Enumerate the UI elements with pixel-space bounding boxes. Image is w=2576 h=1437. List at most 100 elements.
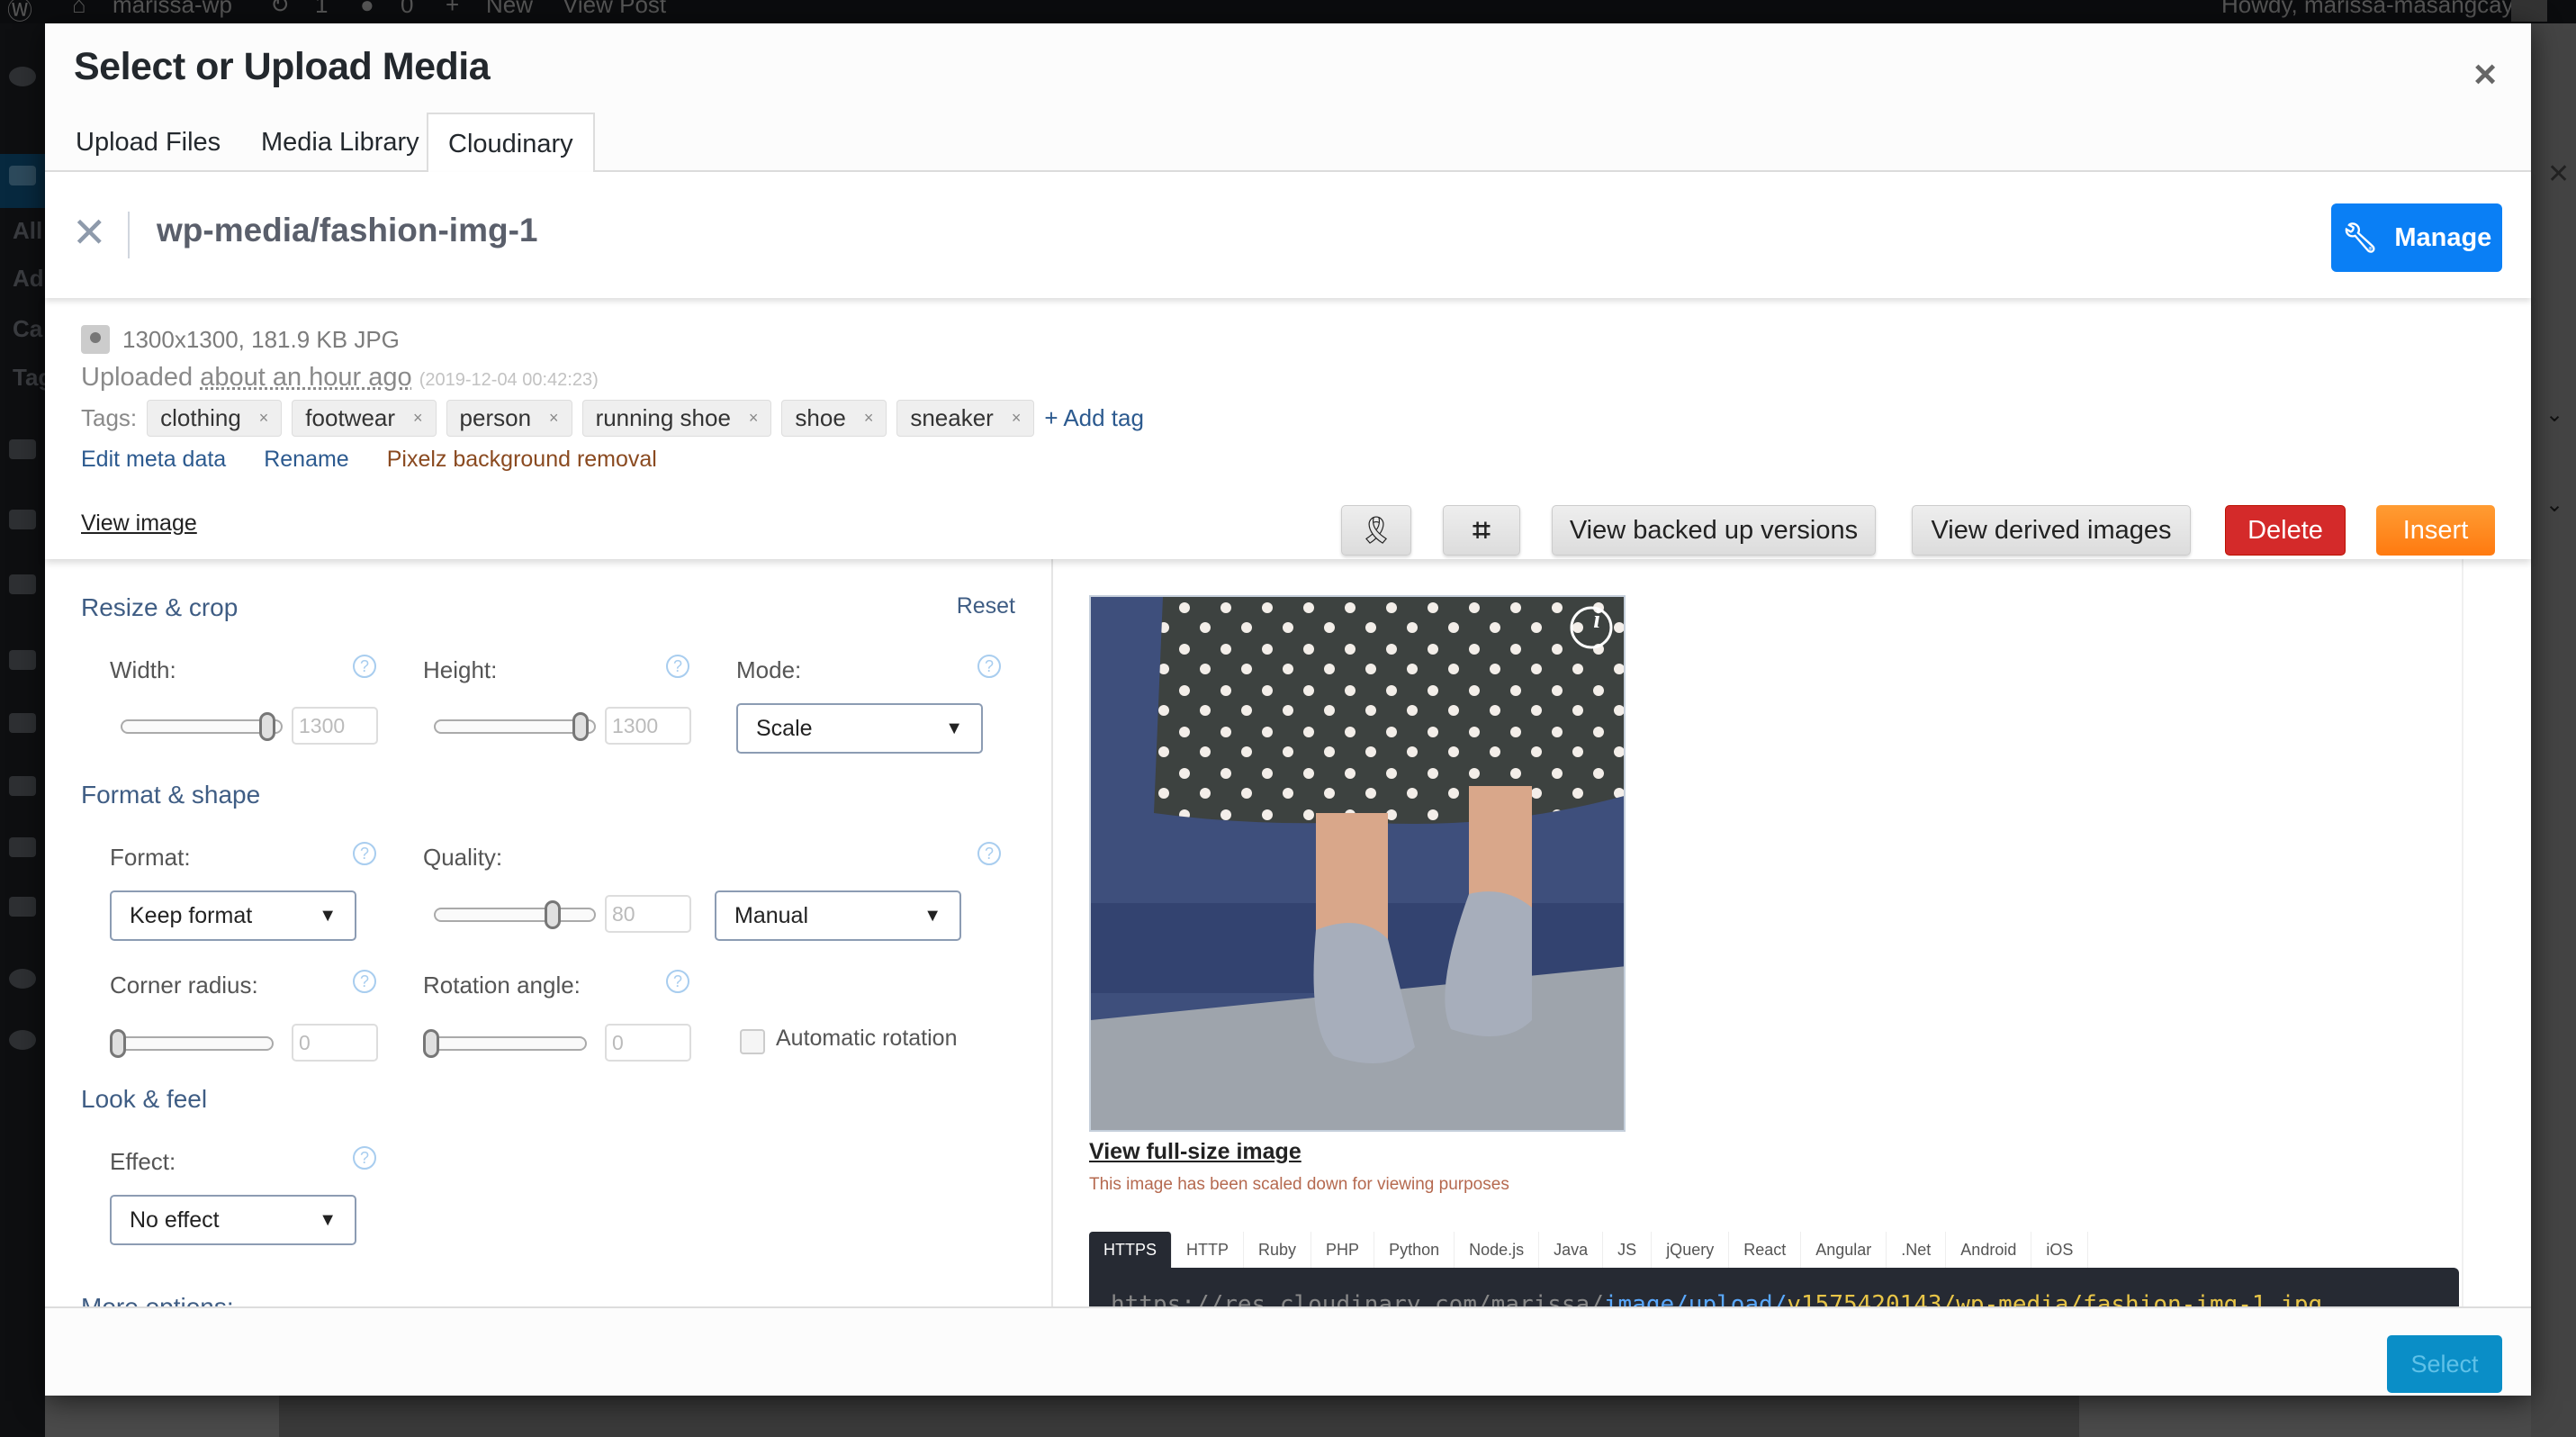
tag-chip[interactable]: person × xyxy=(446,400,572,437)
wordpress-logo-icon[interactable]: Ⓦ xyxy=(7,0,32,23)
updates-count[interactable]: 1 xyxy=(315,0,328,19)
remove-tag-icon[interactable]: × xyxy=(864,409,874,428)
comments-count[interactable]: 0 xyxy=(401,0,413,19)
tab-media-library[interactable]: Media Library xyxy=(241,113,439,172)
tab-upload-files[interactable]: Upload Files xyxy=(56,113,240,172)
code-tab-php[interactable]: PHP xyxy=(1311,1232,1375,1268)
height-input[interactable]: 1300 xyxy=(605,707,691,745)
slider-handle[interactable] xyxy=(423,1029,439,1058)
remove-tag-icon[interactable]: × xyxy=(413,409,423,428)
settings-icon[interactable] xyxy=(9,897,36,917)
code-tab-dotnet[interactable]: .Net xyxy=(1887,1232,1947,1268)
site-name-link[interactable]: marissa-wp xyxy=(113,0,232,19)
code-tab-angular[interactable]: Angular xyxy=(1801,1232,1887,1268)
view-post-link[interactable]: View Post xyxy=(563,0,666,19)
code-tab-jquery[interactable]: jQuery xyxy=(1652,1232,1730,1268)
corner-radius-input[interactable]: 0 xyxy=(292,1024,378,1062)
user-avatar[interactable] xyxy=(2511,0,2547,22)
delivery-url-code[interactable]: https://res.cloudinary.com/marissa/image… xyxy=(1089,1268,2459,1306)
help-icon[interactable]: ? xyxy=(353,842,376,865)
view-full-size-link[interactable]: View full-size image xyxy=(1089,1139,1302,1165)
slider-handle[interactable] xyxy=(572,712,589,741)
slider-handle[interactable] xyxy=(259,712,275,741)
reset-link[interactable]: Reset xyxy=(957,593,1015,619)
plus-icon[interactable]: + xyxy=(446,0,459,19)
corner-radius-slider[interactable] xyxy=(110,1029,274,1058)
home-icon[interactable]: ⌂ xyxy=(72,0,86,19)
code-tab-python[interactable]: Python xyxy=(1374,1232,1455,1268)
automatic-rotation-label[interactable]: Automatic rotation xyxy=(776,1026,958,1052)
award-button[interactable]: 🎗︎ xyxy=(1341,505,1411,556)
code-tab-nodejs[interactable]: Node.js xyxy=(1455,1232,1540,1268)
quality-mode-select[interactable]: Manual ▼ xyxy=(715,890,961,941)
tools-icon[interactable] xyxy=(9,837,36,857)
effect-select[interactable]: No effect ▼ xyxy=(110,1195,356,1245)
slider-handle[interactable] xyxy=(110,1029,126,1058)
image-preview[interactable]: i xyxy=(1089,595,1626,1132)
comments-icon[interactable]: ● xyxy=(360,0,374,19)
rotation-angle-slider[interactable] xyxy=(423,1029,587,1058)
tag-chip[interactable]: running shoe × xyxy=(581,400,772,437)
code-tab-ios[interactable]: iOS xyxy=(2031,1232,2089,1268)
help-icon[interactable]: ? xyxy=(977,655,1001,678)
pages-icon[interactable] xyxy=(9,510,36,529)
help-icon[interactable]: ? xyxy=(666,655,689,678)
remove-tag-icon[interactable]: × xyxy=(749,409,759,428)
media-icon[interactable] xyxy=(9,439,36,459)
rotation-angle-input[interactable]: 0 xyxy=(605,1024,691,1062)
insert-button[interactable]: Insert xyxy=(2376,505,2495,556)
slider-handle[interactable] xyxy=(544,900,561,929)
manage-button[interactable]: 🔧︎ Manage xyxy=(2331,203,2502,272)
tag-chip[interactable]: clothing × xyxy=(147,400,283,437)
dashboard-icon[interactable] xyxy=(9,67,36,86)
collapse-menu-icon[interactable] xyxy=(9,1030,36,1050)
width-input[interactable]: 1300 xyxy=(292,707,378,745)
help-icon[interactable]: ? xyxy=(977,842,1001,865)
code-tab-react[interactable]: React xyxy=(1729,1232,1802,1268)
automatic-rotation-checkbox[interactable] xyxy=(740,1029,765,1054)
select-button[interactable]: Select xyxy=(2387,1335,2502,1393)
help-icon[interactable]: ? xyxy=(353,655,376,678)
code-tab-https[interactable]: HTTPS xyxy=(1089,1232,1173,1268)
edit-meta-data-link[interactable]: Edit meta data xyxy=(81,447,226,473)
quality-slider[interactable] xyxy=(434,900,596,929)
tag-chip[interactable]: footwear × xyxy=(292,400,437,437)
view-image-link[interactable]: View image xyxy=(81,511,197,537)
mode-select[interactable]: Scale ▼ xyxy=(736,703,983,754)
new-link[interactable]: New xyxy=(486,0,533,19)
code-tab-http[interactable]: HTTP xyxy=(1172,1232,1245,1268)
users-icon[interactable] xyxy=(9,776,36,796)
pixelz-link[interactable]: Pixelz background removal xyxy=(387,447,657,473)
plugins-icon[interactable] xyxy=(9,713,36,733)
cloudinary-icon[interactable] xyxy=(9,969,36,989)
updates-icon[interactable]: ↻ xyxy=(270,0,290,19)
remove-tag-icon[interactable]: × xyxy=(259,409,269,428)
height-slider[interactable] xyxy=(434,712,596,741)
code-tab-js[interactable]: JS xyxy=(1603,1232,1653,1268)
add-tag-link[interactable]: + Add tag xyxy=(1044,404,1144,432)
view-derived-images-button[interactable]: View derived images xyxy=(1912,505,2191,556)
howdy-user[interactable]: Howdy, marissa-masangcay xyxy=(2221,0,2514,19)
info-icon[interactable]: i xyxy=(1593,606,1600,635)
close-icon[interactable]: × xyxy=(2473,52,2497,97)
tab-cloudinary[interactable]: Cloudinary xyxy=(427,113,595,174)
quality-input[interactable]: 80 xyxy=(605,895,691,933)
code-tab-ruby[interactable]: Ruby xyxy=(1244,1232,1312,1268)
format-select[interactable]: Keep format ▼ xyxy=(110,890,356,941)
submenu-all[interactable]: All xyxy=(13,217,42,245)
code-tab-java[interactable]: Java xyxy=(1539,1232,1604,1268)
appearance-icon[interactable] xyxy=(9,650,36,670)
crop-button[interactable]: ⌗ xyxy=(1443,505,1520,556)
help-icon[interactable]: ? xyxy=(353,1146,376,1170)
submenu-add[interactable]: Ad xyxy=(13,265,44,293)
tag-chip[interactable]: shoe × xyxy=(781,400,887,437)
comments-menu-icon[interactable] xyxy=(9,574,36,594)
help-icon[interactable]: ? xyxy=(666,970,689,993)
remove-tag-icon[interactable]: × xyxy=(549,409,559,428)
remove-tag-icon[interactable]: × xyxy=(1012,409,1022,428)
tag-chip[interactable]: sneaker × xyxy=(896,400,1035,437)
help-icon[interactable]: ? xyxy=(353,970,376,993)
back-close-icon[interactable]: ✕ xyxy=(72,208,107,257)
submenu-categories[interactable]: Ca xyxy=(13,315,42,343)
view-backed-up-versions-button[interactable]: View backed up versions xyxy=(1552,505,1876,556)
